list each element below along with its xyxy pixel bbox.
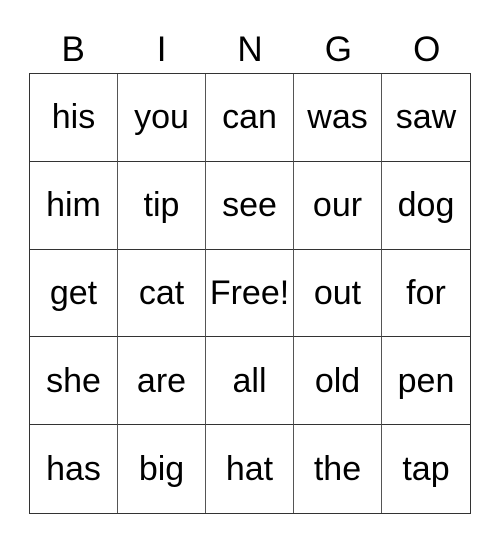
bingo-cell: get	[30, 249, 118, 338]
bingo-cell: the	[294, 425, 382, 513]
bingo-cell: out	[294, 249, 382, 338]
bingo-cell: you	[118, 74, 206, 162]
bingo-cell: cat	[118, 249, 206, 338]
bingo-cell: his	[30, 74, 118, 162]
header-letter-o: O	[413, 30, 441, 69]
header-letter-n: N	[237, 30, 263, 69]
bingo-cell: hat	[206, 425, 294, 513]
bingo-cell: has	[30, 425, 118, 513]
bingo-cell: tap	[402, 450, 450, 489]
bingo-cell: pen	[382, 337, 470, 426]
header-letter-i: I	[156, 30, 167, 69]
bingo-cell: can	[206, 74, 294, 162]
bingo-cell: see	[206, 161, 294, 250]
bingo-cell: all	[206, 337, 294, 426]
bingo-cell: tip	[118, 161, 206, 250]
bingo-header: B I N G O	[29, 28, 471, 72]
bingo-card-grid: his you can was saw him tip see our dog …	[29, 73, 471, 514]
free-space-cell: Free!	[206, 249, 294, 338]
bingo-cell: him	[30, 161, 118, 250]
bingo-cell: saw	[382, 74, 470, 162]
header-letter-b: B	[61, 30, 85, 69]
bingo-cell: for	[382, 250, 470, 338]
bingo-cell: old	[294, 337, 382, 426]
bingo-cell: dog	[382, 162, 470, 250]
bingo-cell: she	[30, 337, 118, 426]
bingo-cell: big	[118, 425, 206, 513]
bingo-cell: are	[118, 337, 206, 426]
bingo-cell: our	[294, 161, 382, 250]
bingo-cell: was	[294, 74, 382, 162]
header-letter-g: G	[324, 30, 352, 69]
